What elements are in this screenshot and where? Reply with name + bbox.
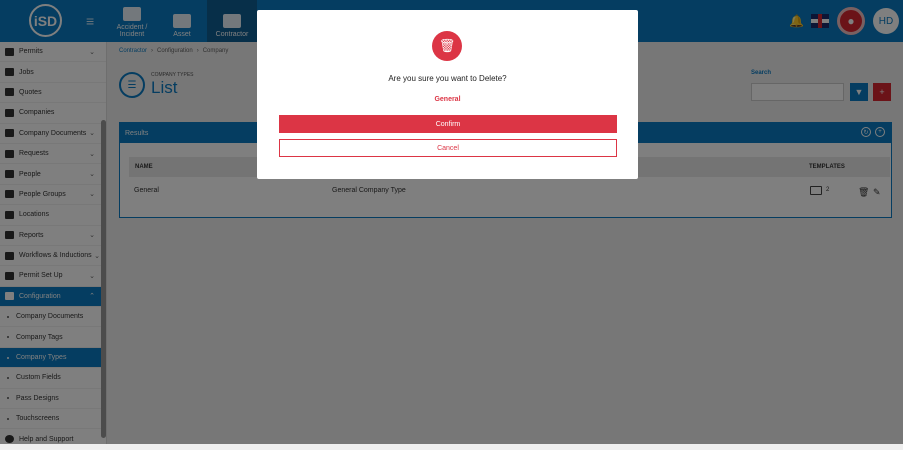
cancel-button[interactable]: Cancel bbox=[279, 139, 617, 157]
confirm-button[interactable]: Confirm bbox=[279, 115, 617, 133]
dialog-question: Are you sure you want to Delete? bbox=[388, 74, 507, 83]
trash-icon: 🗑 bbox=[432, 31, 462, 61]
delete-confirmation-dialog: 🗑 Are you sure you want to Delete? Gener… bbox=[257, 10, 638, 179]
dialog-item-name: General bbox=[434, 96, 461, 103]
